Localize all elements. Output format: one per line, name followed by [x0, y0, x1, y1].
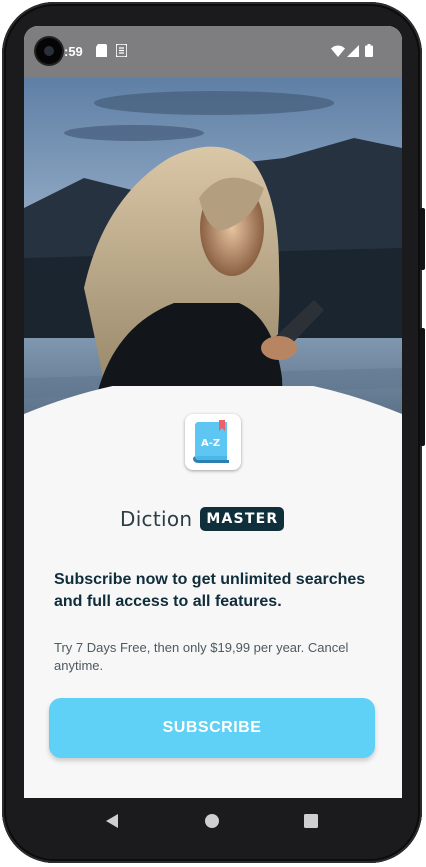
back-icon[interactable] — [100, 809, 124, 833]
front-camera — [36, 38, 62, 64]
app-logo: A-Z — [185, 414, 241, 470]
volume-button — [420, 208, 425, 270]
status-bar: :59 — [24, 26, 402, 78]
recents-icon[interactable] — [299, 809, 323, 833]
brand-word: Diction — [120, 507, 193, 531]
sim-icon — [115, 43, 128, 62]
book-icon: A-Z — [193, 420, 229, 463]
brand-badge: MASTER — [200, 507, 285, 531]
brand-wordmark: Diction MASTER — [120, 504, 285, 534]
subscribe-button[interactable]: SUBSCRIBE — [49, 698, 375, 758]
phone-frame: :59 A-Z Diction MASTER Subscribe now to … — [2, 2, 425, 863]
system-nav-bar — [24, 798, 402, 844]
sd-card-icon — [96, 44, 107, 62]
power-button — [420, 328, 425, 446]
screen: :59 A-Z Diction MASTER Subscribe now to … — [24, 26, 402, 798]
signal-icon — [347, 44, 359, 62]
battery-icon — [365, 44, 373, 62]
status-time: :59 — [64, 44, 83, 59]
trial-offer-text: Try 7 Days Free, then only $19,99 per ye… — [54, 640, 349, 673]
home-icon[interactable] — [200, 809, 224, 833]
wifi-icon — [331, 44, 345, 62]
app-logo-label: A-Z — [201, 438, 220, 449]
subscribe-headline: Subscribe now to get unlimited searches … — [54, 571, 366, 610]
